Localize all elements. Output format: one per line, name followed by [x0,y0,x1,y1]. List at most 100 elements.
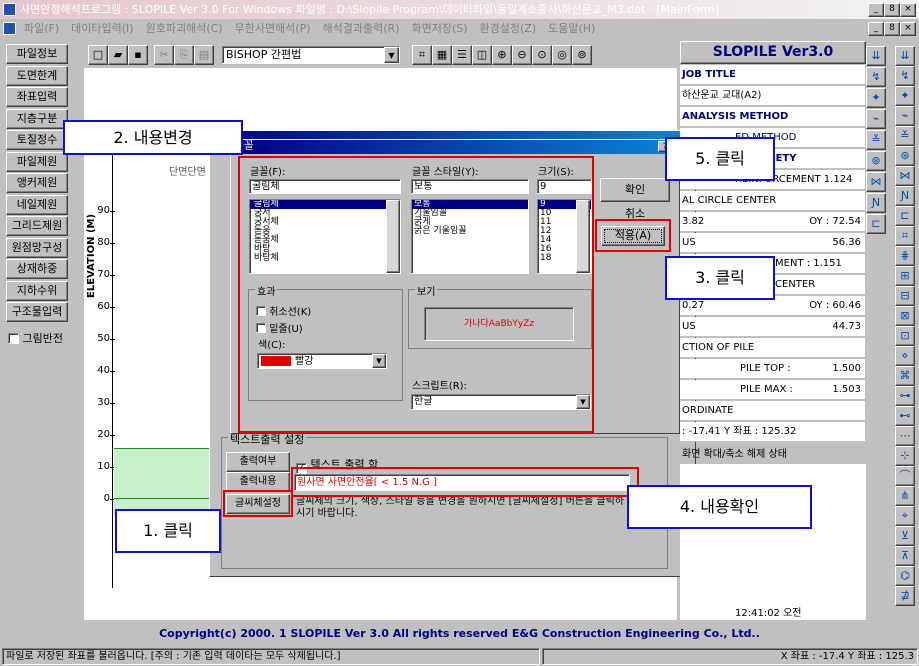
ok-button[interactable]: 확인 [600,178,670,202]
tool-icon-b18[interactable]: ⊷ [895,406,915,426]
output-toggle-button[interactable]: 출력여부 [226,452,290,472]
menu-item-0[interactable]: 파일(F) [24,22,59,35]
font-hint-text: 글씨체의 크기, 색상, 스타일 등을 변경을 원하시면 [글씨체설정] 버튼을… [296,496,624,519]
tool-icon-b22[interactable]: ⋔ [895,486,915,506]
tool-icon-b8[interactable]: ⊏ [895,206,915,226]
minimize-button[interactable]: _ [868,3,884,17]
zoom-fit-icon[interactable]: ⊙ [532,45,552,65]
tool-icon-b7[interactable]: Ɲ [895,186,915,206]
info-row-1: AL CIRCLE CENTER [680,191,865,211]
callout-3: 3. 클릭 [665,256,775,300]
left-button-8[interactable]: 그리드제원 [6,216,68,236]
tool-icon-b15[interactable]: ⋄ [895,346,915,366]
left-button-2[interactable]: 좌표입력 [6,87,68,107]
menu-item-2[interactable]: 원호파괴해석(C) [146,22,223,35]
left-button-9[interactable]: 원점망구성 [6,237,68,258]
callout-2: 2. 내용변경 [63,120,243,155]
tool-icon-b11[interactable]: ⊞ [895,266,915,286]
content-button[interactable]: 출력내용 [226,472,290,492]
tool-icon-b26[interactable]: ⌬ [895,566,915,586]
grid-icon[interactable]: ☰ [452,45,472,65]
menu-item-4[interactable]: 해석결과출력(R) [323,22,400,35]
tool-icon-b10[interactable]: ⋕ [895,246,915,266]
tool-icon-b27[interactable]: ⋣ [895,586,915,606]
job-title-value: 하산운교 교대(A2) [680,86,865,106]
tool-icon-b14[interactable]: ⊡ [895,326,915,346]
tool-icon-a2[interactable]: ✦ [866,88,886,108]
left-button-11[interactable]: 지하수위 [6,280,68,301]
left-button-6[interactable]: 앵커제원 [6,173,68,193]
menu-item-3[interactable]: 무한사면해석(P) [235,22,311,35]
tool-icon-a0[interactable]: ⇊ [866,46,886,66]
left-button-1[interactable]: 도면한계 [6,65,68,86]
clock: 12:41:02 오전 [735,608,802,619]
invert-checkbox[interactable]: 그림반전 [8,330,63,346]
tool-icon-a1[interactable]: ↯ [866,67,886,87]
child-minimize-button[interactable]: _ [868,22,884,36]
tool-icon-a5[interactable]: ⊛ [866,151,886,171]
zoom-status: 화면 확대/축소 해제 상태 [682,449,787,460]
cut-icon[interactable]: ✂ [154,45,174,65]
tool-icon-a7[interactable]: Ɲ [866,193,886,213]
panel-title: SLOPILE Ver3.0 [680,41,866,64]
child-close-button[interactable]: × [900,22,916,36]
window-icon[interactable]: ◫ [472,45,492,65]
tool-icon-b13[interactable]: ⊠ [895,306,915,326]
tool-icon-b16[interactable]: ⌘ [895,366,915,386]
new-file-icon[interactable]: □ [88,45,108,65]
tool-icon-a4[interactable]: ≚ [866,130,886,150]
section-label: 단면단면 [169,167,206,178]
tool-icon-b19[interactable]: ⋯ [895,426,915,446]
font-dialog-title-bar: 글꼴 [231,140,679,154]
save-icon[interactable]: ▪ [128,45,148,65]
left-button-5[interactable]: 파일제원 [6,151,68,172]
tool-icon-a8[interactable]: ⊏ [866,214,886,234]
copy-icon[interactable]: ⎘ [174,45,194,65]
zoom-area-icon[interactable]: ⊚ [572,45,592,65]
y-tick-label: 50 [97,333,110,344]
tool-icon-b17[interactable]: ⊶ [895,386,915,406]
tool-icon-a6[interactable]: ⋈ [866,172,886,192]
tool-icon-b20[interactable]: ⊹ [895,446,915,466]
y-tick-label: 40 [97,365,110,376]
left-button-3[interactable]: 지층구분 [6,108,68,129]
tool-icon-b1[interactable]: ↯ [895,66,915,86]
tool-icon-b5[interactable]: ⊛ [895,146,915,166]
open-folder-icon[interactable]: ▰ [108,45,128,65]
left-button-10[interactable]: 상재하중 [6,259,68,279]
chart-icon[interactable]: ⌗ [412,45,432,65]
left-button-7[interactable]: 네일제원 [6,194,68,215]
tool-icon-b4[interactable]: ≚ [895,126,915,146]
checkbox-box[interactable] [8,333,19,344]
tool-icon-a3[interactable]: ⌁ [866,109,886,129]
tool-icon-b23[interactable]: ⌖ [895,506,915,526]
tool-icon-b25[interactable]: ⊼ [895,546,915,566]
tool-icon-b21[interactable]: ⌒ [895,466,915,486]
tool-icon-b3[interactable]: ⌁ [895,106,915,126]
zoom-out-icon[interactable]: ⊖ [512,45,532,65]
menu-item-6[interactable]: 환경설정(Z) [480,22,537,35]
left-button-0[interactable]: 파일정보 [6,44,68,64]
maximize-button[interactable]: 8 [884,3,900,17]
tool-icon-b6[interactable]: ⋈ [895,166,915,186]
child-maximize-button[interactable]: 8 [884,22,900,36]
menu-item-1[interactable]: 데이타입력(I) [71,22,133,35]
y-axis-label: ELEVATION (M) [86,214,97,298]
menu-item-5[interactable]: 화면저장(S) [411,22,467,35]
tool-icon-b0[interactable]: ⇊ [895,46,915,66]
chevron-down-icon[interactable]: ▼ [384,47,399,63]
table-icon[interactable]: ▦ [432,45,452,65]
info-row-17: ORDINATE [680,401,865,421]
zoom-reset-icon[interactable]: ◎ [552,45,572,65]
left-button-12[interactable]: 구조물입력 [6,302,68,322]
tool-icon-b9[interactable]: ⌗ [895,226,915,246]
tool-icon-b24[interactable]: ⊻ [895,526,915,546]
paste-icon[interactable]: ▤ [194,45,214,65]
tool-icon-b2[interactable]: ✦ [895,86,915,106]
left-button-4[interactable]: 토질정수 [6,130,68,150]
close-button[interactable]: × [900,3,916,17]
menu-item-7[interactable]: 도움말(H) [548,22,595,35]
zoom-in-icon[interactable]: ⊕ [492,45,512,65]
method-select[interactable]: BISHOP 간편법 ▼ [222,46,400,64]
tool-icon-b12[interactable]: ⊟ [895,286,915,306]
